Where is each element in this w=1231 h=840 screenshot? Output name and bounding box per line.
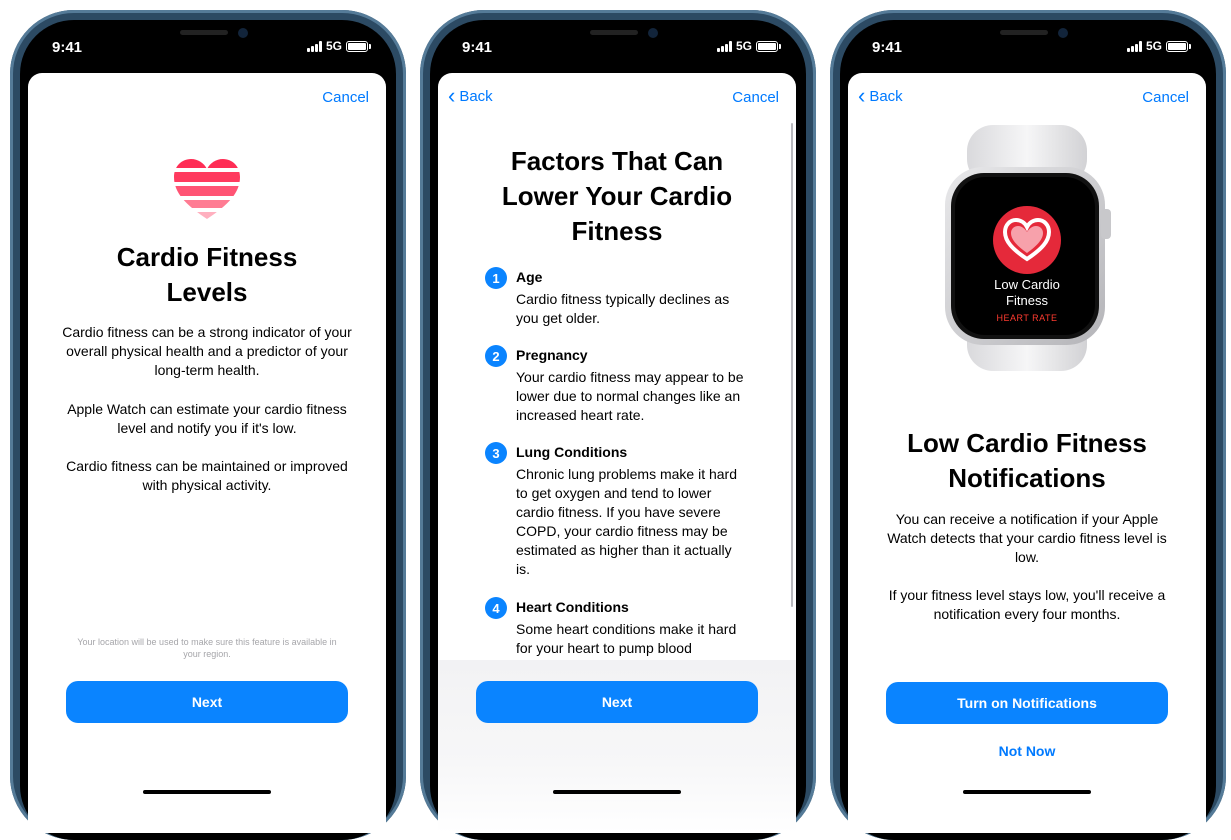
estimate-paragraph: Apple Watch can estimate your cardio fit… — [67, 401, 347, 436]
notification-paragraph: You can receive a notification if your A… — [887, 511, 1167, 565]
status-time: 9:41 — [52, 39, 83, 56]
sheet-notifications: ‹ Back Cancel Low Cardio Fitness HEART R… — [848, 73, 1206, 833]
notch — [520, 20, 716, 56]
step-number-badge: 3 — [485, 442, 507, 464]
network-label: 5G — [325, 39, 342, 53]
back-button[interactable]: ‹ Back — [448, 83, 493, 108]
apple-watch-illustration: Low Cardio Fitness HEART RATE — [937, 123, 1117, 373]
factor-body: Your cardio fitness may appear to be low… — [516, 369, 744, 423]
next-button[interactable]: Next — [476, 681, 758, 723]
notch — [110, 20, 306, 56]
page-title: Factors That Can Lower Your Cardio Fitne… — [501, 146, 733, 246]
notch — [930, 20, 1126, 56]
factor-title: Age — [516, 269, 543, 285]
home-indicator — [553, 790, 681, 794]
step-number-badge: 1 — [485, 267, 507, 289]
page-title: Low Cardio Fitness Notifications — [907, 428, 1147, 493]
battery-icon — [756, 40, 781, 52]
home-indicator — [143, 790, 271, 794]
status-indicators: 5G — [716, 39, 781, 53]
factor-title: Heart Conditions — [516, 599, 629, 615]
watch-sublabel: HEART RATE — [996, 313, 1058, 323]
not-now-button[interactable]: Not Now — [848, 743, 1206, 759]
factor-body: Chronic lung problems make it hard to ge… — [516, 466, 737, 577]
frequency-paragraph: If your fitness level stays low, you'll … — [888, 587, 1166, 622]
network-label: 5G — [735, 39, 752, 53]
intro-paragraph: Cardio fitness can be a strong indicator… — [62, 324, 352, 378]
home-indicator — [963, 790, 1091, 794]
cancel-button[interactable]: Cancel — [1142, 89, 1189, 106]
sheet-factors: ‹ Back Cancel Factors That Can Lower You… — [438, 73, 796, 833]
factor-body: Some heart conditions make it hard for y… — [516, 621, 737, 656]
signal-icon — [716, 40, 732, 52]
location-note: Your location will be used to make sure … — [77, 637, 337, 659]
network-label: 5G — [1145, 39, 1162, 53]
factor-body: Cardio fitness typically declines as you… — [516, 291, 730, 326]
signal-icon — [1126, 40, 1142, 52]
status-time: 9:41 — [872, 39, 903, 56]
battery-icon — [1166, 40, 1191, 52]
chevron-left-icon: ‹ — [448, 83, 456, 108]
cancel-button[interactable]: Cancel — [322, 89, 369, 106]
step-number-badge: 2 — [485, 345, 507, 367]
step-number-badge: 4 — [485, 597, 507, 619]
watch-label: Low Cardio Fitness — [994, 277, 1060, 308]
battery-icon — [346, 40, 371, 52]
status-indicators: 5G — [1126, 39, 1191, 53]
page-title: Cardio Fitness Levels — [116, 242, 298, 307]
striped-heart-icon — [174, 159, 240, 219]
signal-icon — [306, 40, 322, 52]
status-time: 9:41 — [462, 39, 493, 56]
factor-title: Pregnancy — [516, 347, 588, 363]
turn-on-notifications-button[interactable]: Turn on Notifications — [886, 682, 1168, 724]
cancel-button[interactable]: Cancel — [732, 89, 779, 106]
factor-title: Lung Conditions — [516, 444, 628, 460]
maintain-paragraph: Cardio fitness can be maintained or impr… — [66, 458, 348, 493]
heart-rate-icon — [993, 206, 1061, 274]
status-indicators: 5G — [306, 39, 371, 53]
sheet-cardio-fitness-levels: Cancel Cardio Fitness Levels Cardio fitn… — [28, 73, 386, 833]
chevron-left-icon: ‹ — [858, 83, 866, 108]
back-button[interactable]: ‹ Back — [858, 83, 903, 108]
next-button[interactable]: Next — [66, 681, 348, 723]
